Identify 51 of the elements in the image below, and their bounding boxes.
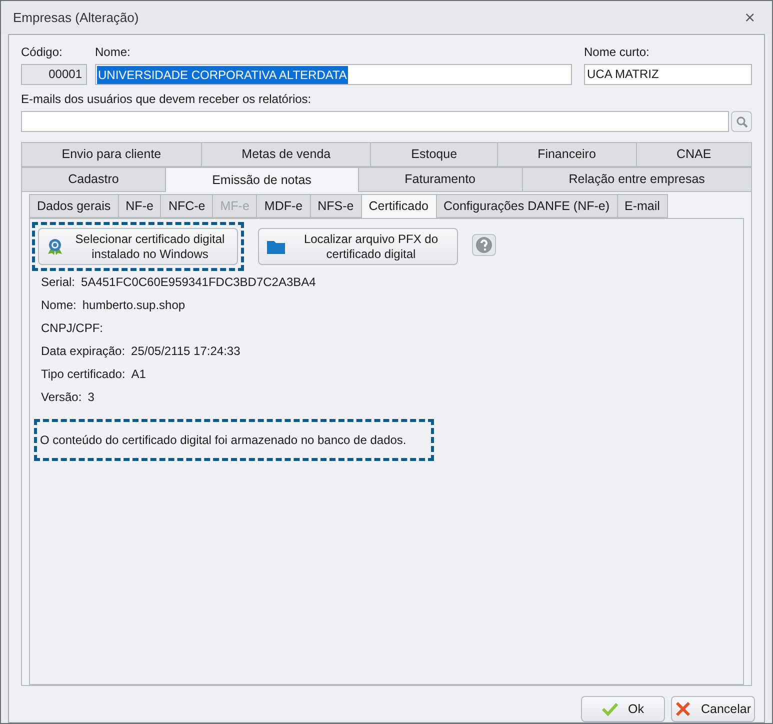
code-field[interactable]: 00001 — [21, 64, 87, 85]
tab[interactable]: Faturamento — [358, 167, 523, 192]
tab[interactable]: Emissão de notas — [164, 167, 359, 192]
folder-icon — [267, 240, 285, 254]
field-label: Nome curto: — [584, 44, 650, 61]
field-label: E-mails dos usuários que devem receber os relatórios: — [21, 91, 312, 108]
tab[interactable]: NFS-e — [310, 194, 362, 218]
help-icon — [476, 237, 492, 253]
tab[interactable]: CNAE — [636, 142, 752, 167]
info-label: Tipo certificado: — [41, 366, 126, 383]
action-button[interactable]: Localizar arquivo PFX do certificado digital — [258, 228, 458, 265]
name-field[interactable]: UNIVERSIDADE CORPORATIVA ALTERDATA — [95, 64, 572, 85]
info-label: Versão: — [41, 389, 82, 406]
tab[interactable]: Financeiro — [496, 142, 637, 167]
tab[interactable]: MDF-e — [256, 194, 311, 218]
tab[interactable]: NFC-e — [160, 194, 214, 218]
info-label: Nome: — [41, 297, 76, 314]
field-label: Código: — [21, 44, 64, 61]
tab[interactable]: Metas de venda — [200, 142, 372, 167]
info-value: humberto.sup.shop — [82, 297, 186, 314]
info-value: A1 — [131, 366, 146, 383]
action-button[interactable]: Selecionar certificado digital instalado no Windows — [38, 228, 238, 265]
close-icon — [674, 701, 691, 717]
search-button[interactable] — [731, 111, 752, 132]
award-ribbon-icon — [47, 238, 63, 256]
help-button[interactable] — [472, 234, 496, 256]
tab[interactable]: NF-e — [118, 194, 162, 218]
tab[interactable]: Configurações DANFE (NF-e) — [436, 194, 618, 218]
field-label: Nome: — [95, 44, 132, 61]
tab[interactable]: E-mail — [616, 194, 668, 218]
emails-field[interactable] — [21, 111, 729, 132]
tab[interactable]: Dados gerais — [29, 194, 119, 218]
dialog-button[interactable]: Cancelar — [671, 696, 755, 722]
dialog-button[interactable]: Ok — [581, 696, 665, 722]
info-label: Data expiração: — [41, 343, 126, 360]
tab[interactable]: Certificado — [360, 194, 436, 218]
close-button[interactable]: ⨯ — [744, 7, 756, 28]
status-message: O conteúdo do certificado digital foi armazenado no banco de dados. — [40, 432, 408, 449]
tab[interactable]: Cadastro — [21, 167, 166, 192]
tab[interactable]: Estoque — [370, 142, 498, 167]
info-value: 25/05/2115 17:24:33 — [131, 343, 240, 360]
tab[interactable]: Envio para cliente — [21, 142, 202, 167]
search-icon — [736, 116, 748, 128]
checkmark-icon — [602, 702, 618, 716]
info-value: 3 — [88, 389, 94, 406]
window-title: Empresas (Alteração) — [13, 8, 139, 27]
tab[interactable]: Relação entre empresas — [522, 167, 752, 192]
info-label: Serial: — [41, 274, 76, 291]
info-label: CNPJ/CPF: — [41, 320, 104, 337]
info-value: 5A451FC0C60E959341FDC3BD7C2A3BA4 — [81, 274, 316, 291]
short-name-field[interactable]: UCA MATRIZ — [584, 64, 752, 85]
